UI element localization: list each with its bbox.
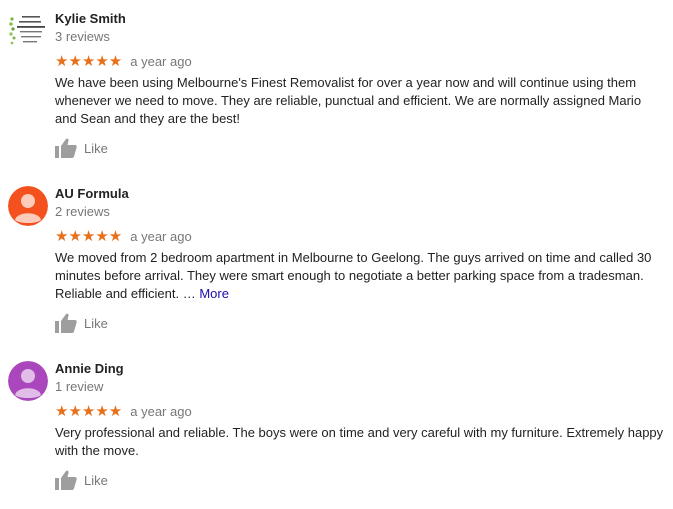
rating-row: ★★★★★ a year ago xyxy=(55,54,665,70)
rating-row: ★★★★★ a year ago xyxy=(55,229,665,245)
reviewer-review-count: 3 reviews xyxy=(55,29,110,44)
thumbs-up-icon xyxy=(55,138,77,158)
like-label: Like xyxy=(84,140,108,156)
review-text: Very professional and reliable. The boys… xyxy=(55,425,664,458)
avatar[interactable] xyxy=(8,361,48,401)
review-content: AU Formula 2 reviews ★★★★★ a year ago We… xyxy=(55,186,665,303)
person-avatar-icon xyxy=(8,361,48,401)
reviewer-name[interactable]: AU Formula xyxy=(55,186,665,202)
like-label: Like xyxy=(84,472,108,488)
thumbs-up-icon xyxy=(55,470,77,490)
review-text: We have been using Melbourne's Finest Re… xyxy=(55,75,642,126)
star-rating: ★★★★★ xyxy=(55,403,123,420)
like-label: Like xyxy=(84,315,108,331)
review-time: a year ago xyxy=(130,404,192,419)
like-button[interactable]: Like xyxy=(55,313,108,333)
person-avatar-icon xyxy=(8,186,48,226)
reviewer-name[interactable]: Kylie Smith xyxy=(55,11,665,27)
thumbs-up-icon xyxy=(55,313,77,333)
avatar-logo-image xyxy=(9,16,45,45)
reviewer-review-count: 1 review xyxy=(55,379,104,394)
review-text: We moved from 2 bedroom apartment in Mel… xyxy=(55,250,652,301)
review-content: Kylie Smith 3 reviews ★★★★★ a year ago W… xyxy=(55,11,665,128)
review-content: Annie Ding 1 review ★★★★★ a year ago Ver… xyxy=(55,361,665,460)
more-link[interactable]: More xyxy=(199,286,229,301)
avatar[interactable] xyxy=(8,11,48,51)
star-rating: ★★★★★ xyxy=(55,228,123,245)
ellipsis: … xyxy=(179,286,200,301)
reviewer-name[interactable]: Annie Ding xyxy=(55,361,665,377)
review-time: a year ago xyxy=(130,229,192,244)
avatar[interactable] xyxy=(8,186,48,226)
rating-row: ★★★★★ a year ago xyxy=(55,404,665,420)
review-text-block: We moved from 2 bedroom apartment in Mel… xyxy=(55,249,665,303)
review-time: a year ago xyxy=(130,54,192,69)
star-rating: ★★★★★ xyxy=(55,53,123,70)
like-button[interactable]: Like xyxy=(55,470,108,490)
reviewer-review-count: 2 reviews xyxy=(55,204,110,219)
like-button[interactable]: Like xyxy=(55,138,108,158)
